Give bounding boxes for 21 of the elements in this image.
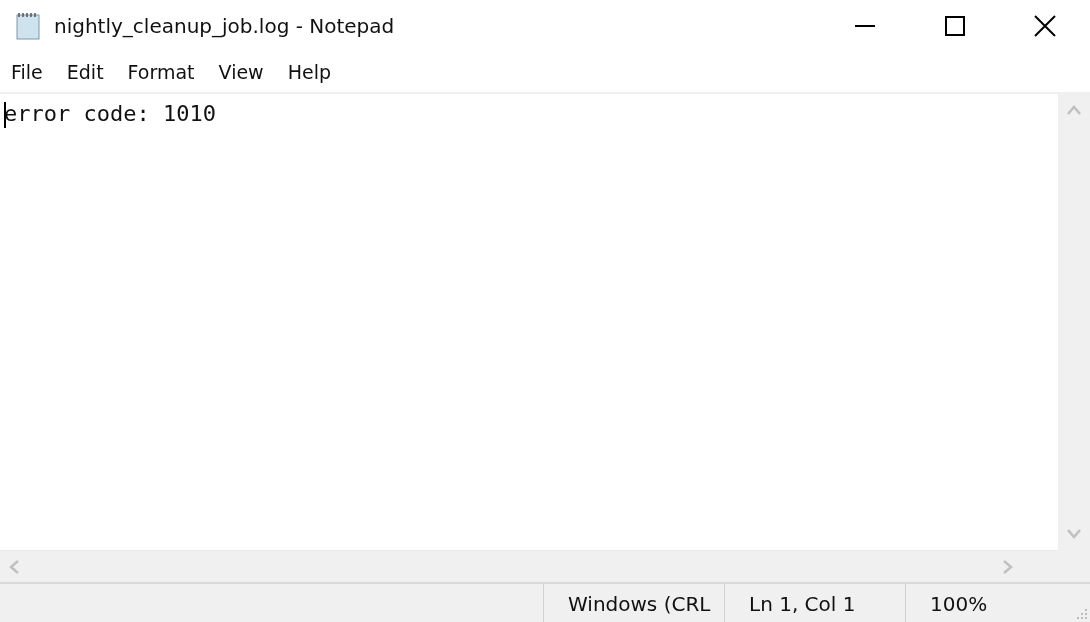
- notepad-icon: [14, 11, 42, 41]
- minimize-icon: [854, 25, 876, 27]
- resize-grip-icon[interactable]: [1074, 606, 1088, 620]
- scroll-down-icon[interactable]: [1066, 528, 1082, 540]
- scroll-left-icon[interactable]: [8, 558, 20, 575]
- window-title: nightly_cleanup_job.log - Notepad: [54, 14, 395, 38]
- menu-item[interactable]: Format: [118, 61, 204, 83]
- horizontal-scrollbar[interactable]: [0, 550, 1058, 582]
- status-text: Windows (CRL: [543, 584, 724, 622]
- maximize-icon: [944, 15, 966, 37]
- menu-item[interactable]: View: [209, 61, 273, 83]
- close-icon: [1034, 15, 1056, 37]
- menu-item[interactable]: Edit: [57, 61, 113, 83]
- editor-text[interactable]: error code: 1010: [4, 98, 1058, 130]
- status-text: Ln 1, Col 1: [724, 584, 905, 622]
- menu-item[interactable]: File: [2, 61, 52, 83]
- menu-item[interactable]: Help: [278, 61, 340, 83]
- vertical-scrollbar[interactable]: [1058, 94, 1090, 550]
- scroll-right-icon[interactable]: [1002, 558, 1014, 575]
- scroll-up-icon[interactable]: [1066, 104, 1082, 116]
- status-text: 100%: [905, 584, 1080, 622]
